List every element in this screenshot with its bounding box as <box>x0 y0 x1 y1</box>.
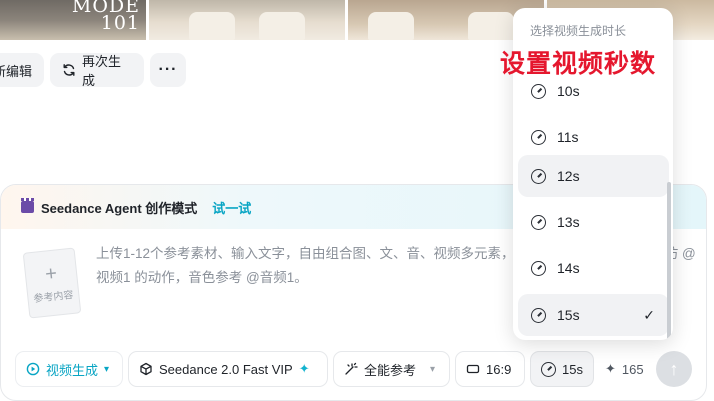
clock-icon <box>531 83 546 99</box>
composer-toolbar: 视频生成 ▾ Seedance 2.0 Fast VIP ✦ 全能参考 ▾ 16… <box>15 351 692 387</box>
checkmark-icon: ✓ <box>643 306 655 323</box>
agent-try-link[interactable]: 试一试 <box>212 198 251 217</box>
reference-mode-selector[interactable]: 全能参考 ▾ <box>333 351 450 387</box>
re-edit-button[interactable]: 新编辑 <box>0 53 44 87</box>
re-edit-label: 新编辑 <box>0 63 32 79</box>
add-reference-label: 参考内容 <box>32 289 74 305</box>
model-label: Seedance 2.0 Fast VIP <box>159 361 293 377</box>
chevron-down-icon: ▾ <box>104 363 110 375</box>
aspect-ratio-selector[interactable]: 16:9 <box>455 351 525 387</box>
sparkle-icon: ✦ <box>605 361 616 376</box>
clapperboard-icon <box>21 198 34 213</box>
arrow-up-icon: ↑ <box>669 358 679 379</box>
clock-icon <box>531 129 546 145</box>
menu-scrollbar[interactable] <box>667 182 671 340</box>
clock-icon <box>541 361 556 377</box>
agent-mode-title: Seedance Agent 创作模式 <box>41 200 198 216</box>
result-actions: 新编辑 再次生成 ··· <box>0 53 186 88</box>
clock-icon <box>531 168 546 184</box>
duration-option-11s[interactable]: 11s <box>518 116 669 158</box>
shoe-image <box>189 12 235 40</box>
magic-wand-icon <box>344 362 358 376</box>
thumbnail-1[interactable]: MODE 101 <box>0 0 146 40</box>
duration-option-label: 10s <box>557 83 580 99</box>
shoe-image <box>368 12 414 40</box>
clock-icon <box>531 307 546 323</box>
regenerate-label: 再次生成 <box>82 54 122 88</box>
credits-indicator: ✦ 165 <box>599 351 647 387</box>
duration-selector[interactable]: 15s <box>530 351 594 387</box>
duration-option-12s[interactable]: 12s <box>518 155 669 197</box>
mode-label: 视频生成 <box>46 362 99 378</box>
model-selector[interactable]: Seedance 2.0 Fast VIP ✦ <box>128 351 328 387</box>
annotation-label: 设置视频秒数 <box>500 50 657 78</box>
regenerate-button[interactable]: 再次生成 <box>50 53 144 88</box>
duration-label: 15s <box>562 361 583 377</box>
aspect-ratio-label: 16:9 <box>486 361 512 377</box>
duration-option-label: 13s <box>557 214 580 230</box>
send-button[interactable]: ↑ <box>656 351 692 387</box>
plus-icon: + <box>44 262 58 286</box>
clock-icon <box>531 260 546 276</box>
shoe-image <box>259 12 305 40</box>
thumbnail-2[interactable] <box>149 0 345 40</box>
aspect-ratio-icon <box>466 362 480 376</box>
thumbnail-logo: MODE 101 <box>72 0 140 34</box>
cube-icon <box>139 362 153 376</box>
refresh-icon <box>62 63 76 77</box>
reference-mode-label: 全能参考 <box>364 362 417 378</box>
logo-line-2: 101 <box>100 12 140 34</box>
chevron-down-icon: ▾ <box>430 363 436 375</box>
duration-menu-title: 选择视频生成时长 <box>530 24 627 38</box>
clock-icon <box>531 214 546 230</box>
duration-option-13s[interactable]: 13s <box>518 201 669 243</box>
mode-selector[interactable]: 视频生成 ▾ <box>15 351 123 387</box>
more-icon: ··· <box>158 61 178 78</box>
duration-option-15s[interactable]: 15s ✓ <box>518 294 669 336</box>
more-options-button[interactable]: ··· <box>150 53 186 87</box>
video-generate-icon <box>26 362 40 376</box>
add-reference-button[interactable]: + 参考内容 <box>22 247 82 319</box>
credits-value: 165 <box>621 361 644 377</box>
duration-option-label: 15s <box>557 307 580 323</box>
duration-option-label: 12s <box>557 168 580 184</box>
duration-option-14s[interactable]: 14s <box>518 247 669 289</box>
shoe-image <box>468 12 514 40</box>
sparkle-icon: ✦ <box>298 361 310 376</box>
duration-option-label: 11s <box>557 129 579 145</box>
duration-option-label: 14s <box>557 260 580 276</box>
